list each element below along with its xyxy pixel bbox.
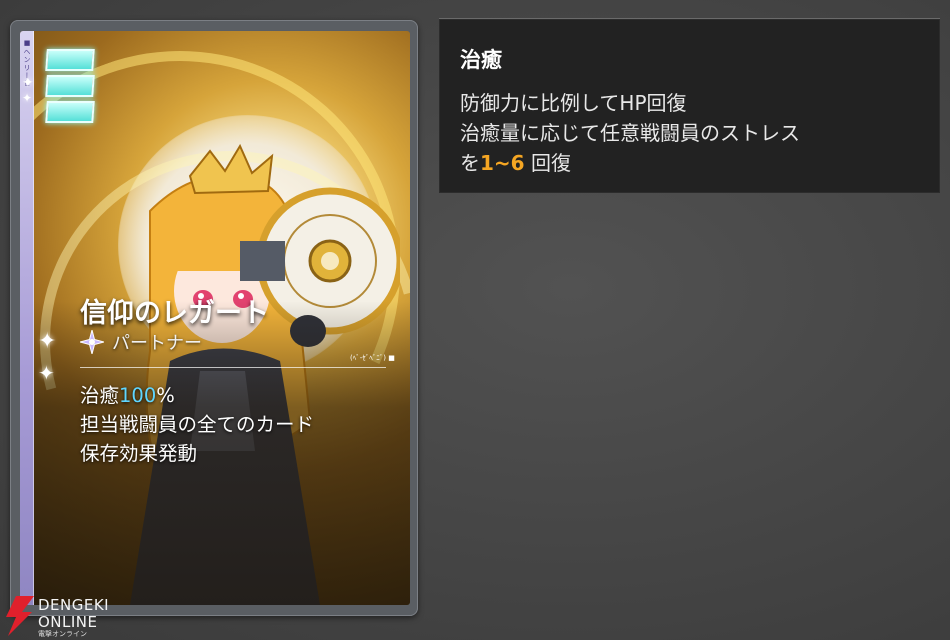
keyword-tooltip: 治癒 防御力に比例してHP回復 治癒量に応じて任意戦闘員のストレス を1~6 回… bbox=[439, 19, 940, 193]
lightning-icon bbox=[6, 596, 34, 636]
watermark-line-1: DENGEKI bbox=[38, 596, 110, 614]
cost-pip bbox=[45, 75, 95, 97]
watermark: DENGEKI ONLINE 電撃オンライン bbox=[2, 596, 126, 638]
cost-pip bbox=[45, 101, 95, 123]
effect-line-3: 保存効果発動 bbox=[80, 442, 198, 465]
partner-card[interactable]: ■ヘンリーヒ ✦ ✦ ✦ ✦ 信仰のレガート パートナー (ﾍﾞ-ｾﾞﾍﾞﾆﾞ)… bbox=[20, 31, 410, 605]
card-side-strip: ■ヘンリーヒ bbox=[20, 31, 34, 605]
stress-recover-range: 1~6 bbox=[480, 151, 525, 175]
card-name: 信仰のレガート bbox=[80, 298, 269, 329]
card-type-row: パートナー bbox=[80, 329, 202, 355]
effect-line-1: 治癒100% bbox=[80, 384, 175, 407]
heal-percent-value: 100 bbox=[119, 384, 157, 407]
tooltip-body: 防御力に比例してHP回復 治癒量に応じて任意戦闘員のストレス を1~6 回復 bbox=[460, 88, 800, 178]
four-point-star-icon bbox=[80, 330, 104, 354]
card-divider bbox=[80, 367, 386, 368]
tooltip-line-3: を1~6 回復 bbox=[460, 151, 571, 175]
card-small-tag: (ﾍﾞ-ｾﾞﾍﾞﾆﾞ) ■ bbox=[350, 354, 395, 362]
effect-line-2: 担当戦闘員の全てのカード bbox=[80, 413, 315, 436]
tooltip-line-2: 治癒量に応じて任意戦闘員のストレス bbox=[460, 121, 800, 145]
sparkle-icon: ✦ bbox=[38, 361, 55, 385]
tooltip-line-1: 防御力に比例してHP回復 bbox=[460, 91, 687, 115]
sparkle-icon: ✦ bbox=[22, 91, 33, 105]
sparkle-icon: ✦ bbox=[38, 329, 57, 354]
card-effect-text: 治癒100% 担当戦闘員の全てのカード 保存効果発動 bbox=[80, 381, 314, 468]
watermark-line-3: 電撃オンライン bbox=[38, 630, 87, 638]
sparkle-icon: ✦ bbox=[22, 75, 34, 91]
card-type-label: パートナー bbox=[112, 333, 202, 354]
tooltip-title: 治癒 bbox=[460, 48, 502, 72]
cost-pip bbox=[45, 49, 95, 71]
